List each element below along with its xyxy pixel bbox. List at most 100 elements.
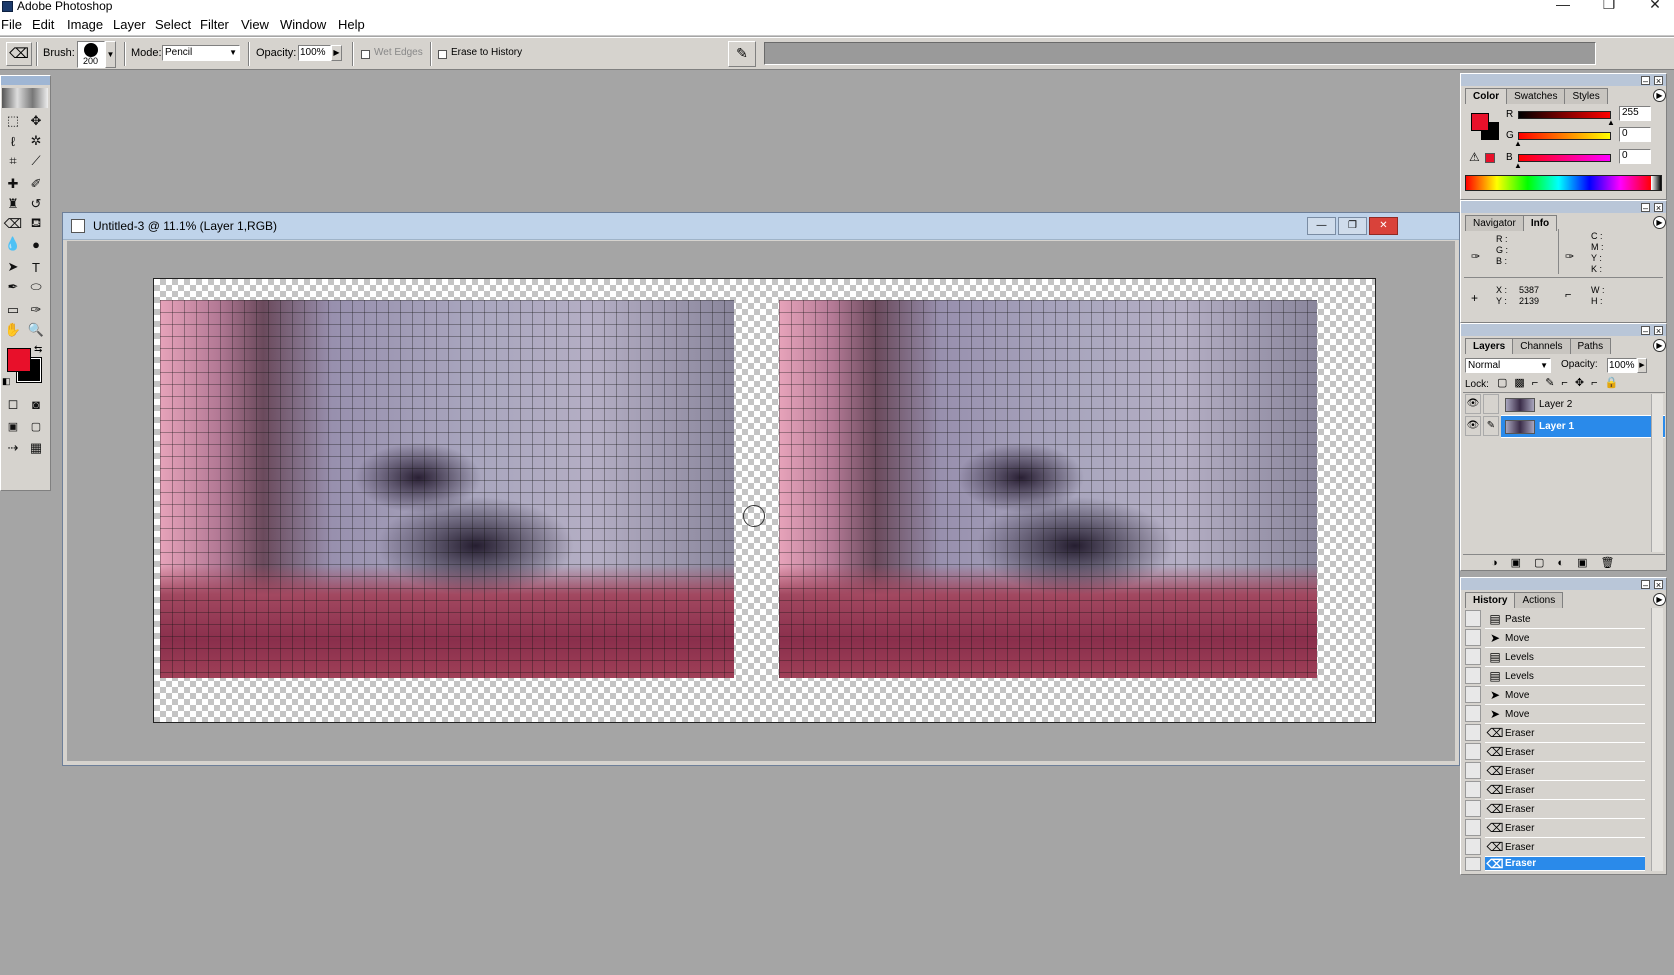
panel-minimize-icon[interactable]: –	[1641, 76, 1650, 86]
history-state-marker[interactable]	[1465, 857, 1481, 871]
crop-tool-icon[interactable]: ⌗	[2, 151, 24, 171]
history-item[interactable]: ▤ Levels	[1485, 648, 1645, 667]
foreground-color-swatch-front[interactable]	[7, 348, 31, 372]
history-item-current[interactable]: ⌫ Eraser	[1485, 857, 1645, 871]
menu-image[interactable]: Image	[67, 17, 103, 32]
eyedropper-tool-icon[interactable]: ✑	[25, 300, 47, 320]
type-tool-icon[interactable]: T	[25, 257, 47, 277]
airbrush-icon[interactable]: ✎	[728, 41, 756, 67]
notes-tool-icon[interactable]: ▭	[2, 300, 24, 320]
history-item[interactable]: ➤ Move	[1485, 629, 1645, 648]
tab-swatches[interactable]: Swatches	[1506, 88, 1566, 104]
menu-filter[interactable]: Filter	[200, 17, 229, 32]
history-item[interactable]: ⌫ Eraser	[1485, 762, 1645, 781]
layer-1-brush-icon[interactable]: ✎	[1483, 416, 1499, 436]
layer-2-visibility-eye-icon[interactable]: 👁	[1465, 394, 1481, 414]
history-item[interactable]: ▤ Paste	[1485, 610, 1645, 629]
history-snapshot-box[interactable]	[1465, 724, 1481, 741]
history-item[interactable]: ⌫ Eraser	[1485, 724, 1645, 743]
pen-tool-icon[interactable]: ✒	[2, 277, 24, 297]
image-canvas[interactable]	[153, 278, 1376, 723]
history-item[interactable]: ⌫ Eraser	[1485, 838, 1645, 857]
eraser-tool-preset-icon[interactable]: ⌫	[6, 42, 32, 66]
panel-close-icon[interactable]: ×	[1654, 203, 1663, 213]
erase-to-history-checkbox[interactable]	[438, 50, 447, 59]
history-snapshot-box[interactable]	[1465, 781, 1481, 798]
blur-tool-icon[interactable]: 💧	[2, 234, 24, 254]
r-value-input[interactable]: 255	[1619, 106, 1651, 121]
panel-menu-icon[interactable]: ▶	[1653, 216, 1666, 229]
default-colors-icon[interactable]: ◧	[2, 376, 11, 387]
doc-maximize-button[interactable]: ❐	[1338, 217, 1367, 235]
magic-wand-tool-icon[interactable]: ✲	[25, 131, 47, 151]
history-scrollbar[interactable]	[1651, 608, 1663, 871]
brush-dropdown-arrow-icon[interactable]: ▼	[105, 41, 116, 68]
panel-menu-icon[interactable]: ▶	[1653, 339, 1666, 352]
document-titlebar[interactable]: Untitled-3 @ 11.1% (Layer 1,RGB) — ❐ ✕	[63, 213, 1459, 240]
blend-mode-select[interactable]: Normal ▼	[1465, 358, 1551, 373]
layer-2-link-box[interactable]	[1483, 394, 1499, 414]
jump-to-imageready-icon[interactable]: ⇢	[2, 438, 24, 458]
tab-layers[interactable]: Layers	[1465, 338, 1514, 354]
healing-brush-icon[interactable]: ✚	[2, 174, 24, 194]
g-slider-handle-icon[interactable]: ▲	[1514, 139, 1522, 148]
standard-mode-icon[interactable]: ◻	[2, 394, 24, 414]
history-snapshot-box[interactable]	[1465, 686, 1481, 703]
panel-close-icon[interactable]: ×	[1654, 580, 1663, 590]
restore-button[interactable]: ❐	[1594, 0, 1624, 13]
history-snapshot-box[interactable]	[1465, 648, 1481, 665]
marquee-tool-icon[interactable]: ⬚	[2, 111, 24, 131]
history-item[interactable]: ➤ Move	[1485, 686, 1645, 705]
hand-tool-icon[interactable]: ✋	[2, 320, 24, 340]
history-item[interactable]: ⌫ Eraser	[1485, 781, 1645, 800]
menu-view[interactable]: View	[241, 17, 269, 32]
history-item[interactable]: ⌫ Eraser	[1485, 800, 1645, 819]
history-snapshot-box[interactable]	[1465, 743, 1481, 760]
opacity-arrow-icon[interactable]: ▶	[1637, 358, 1647, 373]
gamut-color-swatch[interactable]	[1485, 153, 1495, 163]
tab-paths[interactable]: Paths	[1569, 338, 1612, 354]
tab-info[interactable]: Info	[1522, 215, 1558, 231]
tab-history[interactable]: History	[1465, 592, 1516, 608]
adobe-online-icon[interactable]	[2, 88, 48, 108]
g-value-input[interactable]: 0	[1619, 127, 1651, 142]
brush-tool-icon[interactable]: ✐	[25, 174, 47, 194]
panel-minimize-icon[interactable]: –	[1641, 203, 1650, 213]
layers-scrollbar[interactable]	[1651, 394, 1663, 552]
doc-close-button[interactable]: ✕	[1369, 217, 1398, 235]
palette-well[interactable]	[764, 42, 1596, 65]
zoom-tool-icon[interactable]: 🔍	[25, 320, 47, 340]
screen-mode-icon[interactable]: ▣	[2, 416, 24, 436]
opacity-input[interactable]: 100%	[298, 45, 331, 61]
quick-mask-icon[interactable]: ◙	[25, 394, 47, 414]
history-snapshot-box[interactable]	[1465, 610, 1481, 627]
layer-action-icons[interactable]: ◑▣▢◐▣🗑	[1491, 556, 1627, 569]
layer-1-visibility-eye-icon[interactable]: 👁	[1465, 416, 1481, 436]
history-snapshot-box[interactable]	[1465, 762, 1481, 779]
eraser-tool-icon[interactable]: ⌫	[2, 214, 24, 234]
panel-minimize-icon[interactable]: –	[1641, 326, 1650, 336]
history-item[interactable]: ⌫ Eraser	[1485, 819, 1645, 838]
full-screen-icon[interactable]: ▢	[25, 416, 47, 436]
minimize-button[interactable]: —	[1548, 0, 1578, 12]
tab-channels[interactable]: Channels	[1512, 338, 1571, 354]
panel-close-icon[interactable]: ×	[1654, 76, 1663, 86]
g-slider[interactable]	[1518, 132, 1611, 140]
menu-select[interactable]: Select	[155, 17, 191, 32]
history-item[interactable]: ➤ Move	[1485, 705, 1645, 724]
tab-actions[interactable]: Actions	[1514, 592, 1564, 608]
layer-opacity-input[interactable]: 100%	[1607, 358, 1637, 373]
history-item[interactable]: ⌫ Eraser	[1485, 743, 1645, 762]
path-selection-icon[interactable]: ➤	[2, 257, 24, 277]
lock-options-icons[interactable]: ▢▩⌐✎⌐✥⌐🔒	[1497, 376, 1625, 389]
history-brush-icon[interactable]: ↺	[25, 194, 47, 214]
panel-minimize-icon[interactable]: –	[1641, 580, 1650, 590]
history-snapshot-box[interactable]	[1465, 667, 1481, 684]
b-slider-handle-icon[interactable]: ▲	[1514, 161, 1522, 170]
imageready-icon[interactable]: ▦	[25, 438, 47, 458]
close-button[interactable]: ✕	[1640, 0, 1670, 13]
history-item[interactable]: ▤ Levels	[1485, 667, 1645, 686]
r-slider[interactable]	[1518, 111, 1611, 119]
history-snapshot-box[interactable]	[1465, 705, 1481, 722]
move-tool-icon[interactable]: ✥	[25, 111, 47, 131]
